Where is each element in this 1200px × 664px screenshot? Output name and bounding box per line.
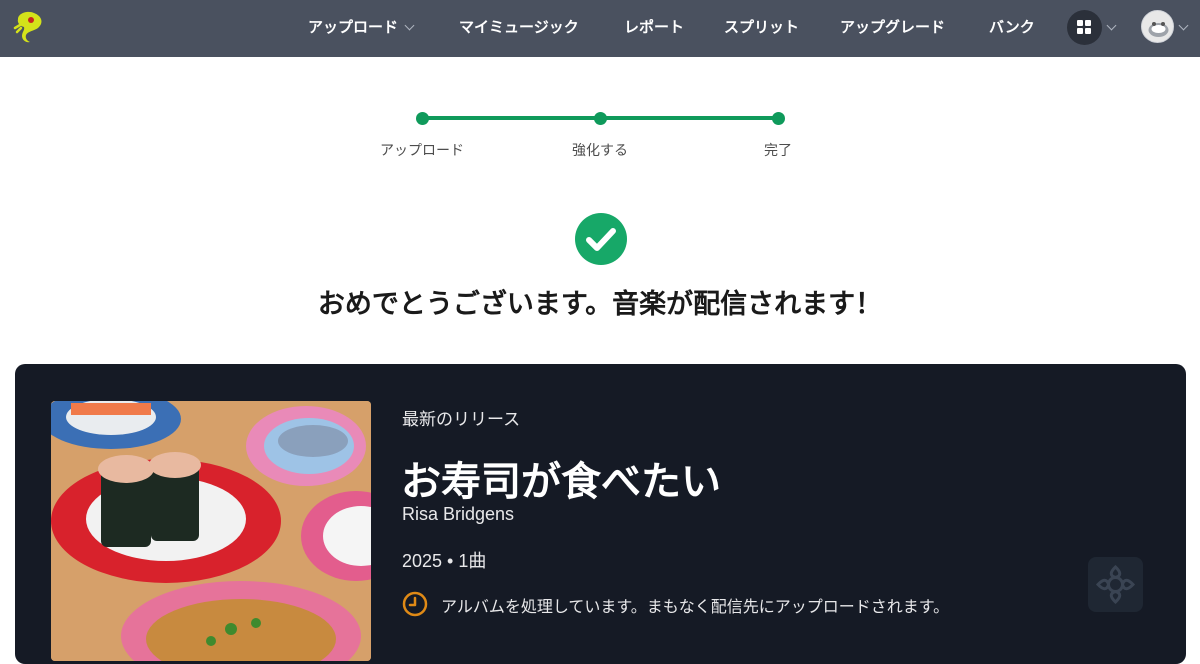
album-cover[interactable] xyxy=(51,401,371,661)
step-dot-upload xyxy=(416,112,429,125)
clock-icon xyxy=(402,591,428,617)
artist-name: Risa Bridgens xyxy=(402,504,515,524)
step-label-done: 完了 xyxy=(764,143,792,159)
album-title[interactable]: お寿司が食べたい xyxy=(401,449,721,507)
latest-release-label: 最新のリリース xyxy=(402,410,521,430)
chevron-down-icon[interactable] xyxy=(1106,20,1117,31)
step-dot-enhance xyxy=(594,112,607,125)
nav-upload-label: アップロード xyxy=(308,18,399,36)
nav-upload[interactable]: アップロード xyxy=(308,0,415,57)
step-dot-done xyxy=(772,112,785,125)
nav-upgrade[interactable]: アップグレード xyxy=(840,0,945,57)
step-label-enhance: 強化する xyxy=(572,143,628,159)
release-meta: 2025 • 1曲 xyxy=(402,551,487,571)
album-cover-image xyxy=(51,401,371,661)
nav-splits[interactable]: スプリット xyxy=(724,0,799,57)
nav-reports[interactable]: レポート xyxy=(624,0,684,57)
avatar[interactable] xyxy=(1141,10,1174,43)
latest-release-card: 最新のリリース お寿司が食べたい Risa Bridgens 2025 • 1曲… xyxy=(15,364,1186,664)
chevron-down-icon[interactable] xyxy=(1178,20,1189,31)
success-headline: おめでとうございます。音楽が配信されます！ xyxy=(317,289,883,320)
nav-bank[interactable]: バンク xyxy=(989,0,1035,57)
top-navbar: アップロード マイミュージック レポート スプリット アップグレード バンク xyxy=(0,0,1200,57)
logo-icon[interactable] xyxy=(12,9,50,47)
chevron-down-icon xyxy=(404,20,415,31)
step-connector xyxy=(422,116,600,120)
platform-badge-icon xyxy=(1088,557,1143,612)
nav-my-music[interactable]: マイミュージック xyxy=(459,0,579,57)
check-circle-icon xyxy=(575,213,627,265)
avatar-icon xyxy=(1148,22,1169,37)
apps-menu-button[interactable] xyxy=(1067,10,1102,45)
processing-status: アルバムを処理しています。まもなく配信先にアップロードされます。 xyxy=(441,597,950,616)
step-connector xyxy=(600,116,778,120)
step-label-upload: アップロード xyxy=(380,143,464,159)
